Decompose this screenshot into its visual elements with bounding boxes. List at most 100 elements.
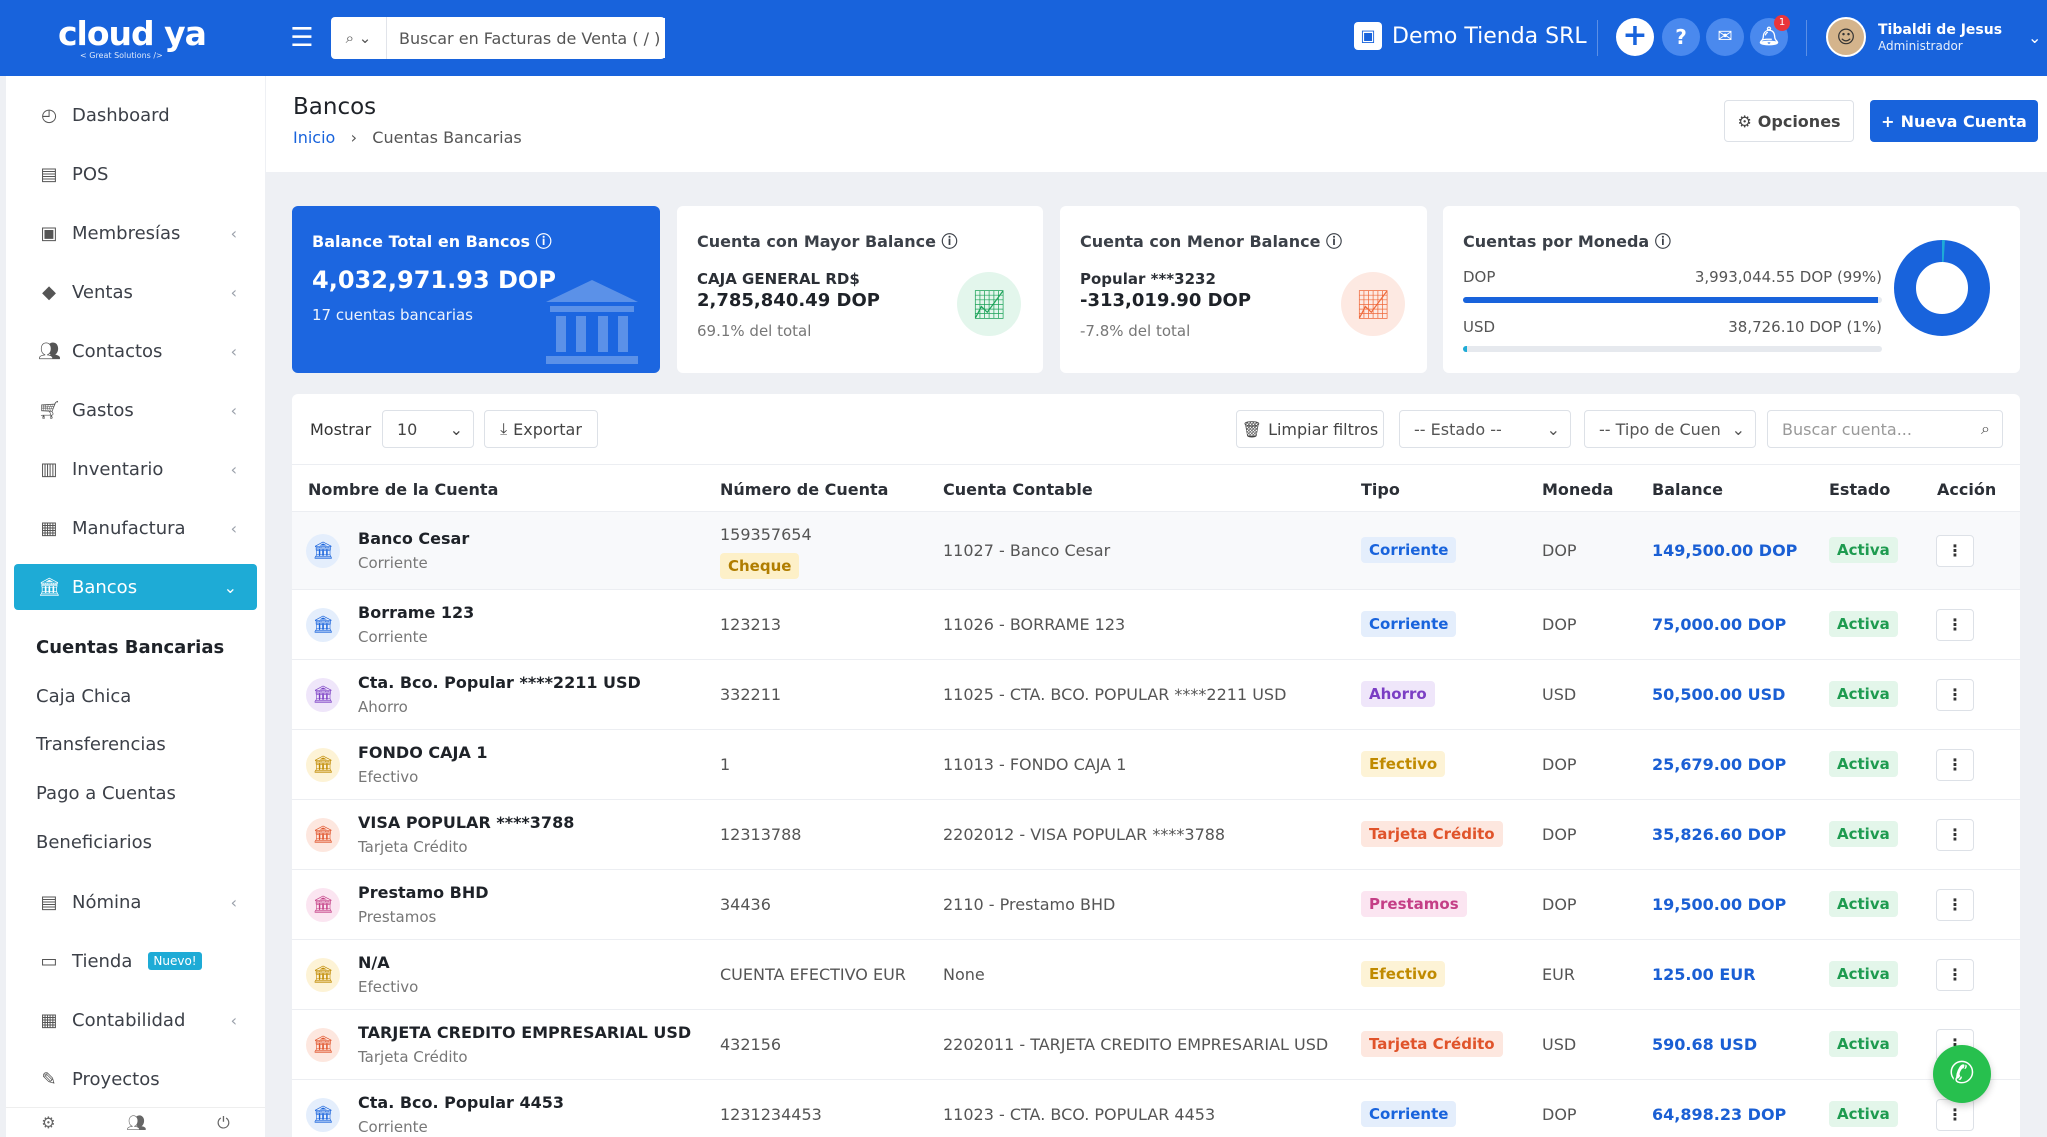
account-name[interactable]: Prestamo BHD bbox=[358, 883, 489, 902]
options-button[interactable]: ⚙ Opciones bbox=[1724, 100, 1854, 142]
account-name[interactable]: Cta. Bco. Popular ****2211 USD bbox=[358, 673, 641, 692]
page-size-select[interactable]: 10 ⌄ bbox=[382, 410, 474, 448]
status-filter-select[interactable]: -- Estado -- ⌄ bbox=[1399, 410, 1571, 448]
account-name[interactable]: N/A bbox=[358, 953, 390, 972]
row-actions-kebab-icon[interactable]: ⋮ bbox=[1936, 889, 1974, 921]
info-icon[interactable]: ⓘ bbox=[1655, 232, 1671, 251]
col-header[interactable]: Balance bbox=[1652, 480, 1723, 499]
type-badge: Corriente bbox=[1361, 1101, 1457, 1127]
help-icon[interactable]: ? bbox=[1662, 18, 1700, 56]
chevron-left-icon: ‹ bbox=[230, 518, 237, 538]
sidebar-sub-caja-chica[interactable]: Caja Chica bbox=[36, 686, 131, 707]
account-number: 1 bbox=[720, 755, 731, 774]
quick-add-plus-icon[interactable]: + bbox=[1616, 18, 1654, 56]
sidebar-item-proyectos[interactable]: ✎ Proyectos bbox=[14, 1056, 257, 1102]
col-header[interactable]: Tipo bbox=[1361, 480, 1400, 499]
sidebar-sub-beneficiarios[interactable]: Beneficiarios bbox=[36, 832, 152, 853]
sidebar-item-tienda[interactable]: ▭ Tienda Nuevo! bbox=[14, 938, 257, 984]
col-header[interactable]: Estado bbox=[1829, 480, 1890, 499]
col-header[interactable]: Cuenta Contable bbox=[943, 480, 1093, 499]
table-row[interactable]: 🏛︎ VISA POPULAR ****3788 Tarjeta Crédito 12… bbox=[292, 800, 2020, 870]
whatsapp-icon[interactable]: ✆ bbox=[1933, 1045, 1991, 1103]
status-badge: Activa bbox=[1829, 1031, 1898, 1057]
sidebar-item-contactos[interactable]: 👥︎ Contactos ‹ bbox=[14, 328, 257, 374]
sidebar-item-label: Membresías bbox=[72, 222, 181, 244]
store-selector[interactable]: ▣ Demo Tienda SRL bbox=[1354, 22, 1587, 50]
sidebar-item-manufactura[interactable]: ▦ Manufactura ‹ bbox=[14, 505, 257, 551]
row-actions-kebab-icon[interactable]: ⋮ bbox=[1936, 819, 1974, 851]
table-row[interactable]: 🏛︎ TARJETA CREDITO EMPRESARIAL USD Tarjeta… bbox=[292, 1010, 2020, 1080]
table-row[interactable]: 🏛︎ FONDO CAJA 1 Efectivo 1 11013 - FONDO CAJ… bbox=[292, 730, 2020, 800]
status-badge: Activa bbox=[1829, 611, 1898, 637]
breadcrumb-home-link[interactable]: Inicio bbox=[293, 128, 335, 147]
account-name[interactable]: Cta. Bco. Popular 4453 bbox=[358, 1093, 564, 1112]
row-actions-kebab-icon[interactable]: ⋮ bbox=[1936, 959, 1974, 991]
sidebar-item-dashboard[interactable]: ◴ Dashboard bbox=[14, 92, 257, 138]
table-row[interactable]: 🏛︎ Prestamo BHD Prestamos 34436 2110 - Prest… bbox=[292, 870, 2020, 940]
row-actions-kebab-icon[interactable]: ⋮ bbox=[1936, 1099, 1974, 1131]
col-header[interactable]: Número de Cuenta bbox=[720, 480, 888, 499]
sidebar-item-membresias[interactable]: ▣ Membresías ‹ bbox=[14, 210, 257, 256]
info-icon[interactable]: ⓘ bbox=[536, 232, 552, 251]
table-row[interactable]: 🏛︎ Banco Cesar Corriente 159357654 Cheque 110… bbox=[292, 512, 2020, 590]
sidebar-sub-transferencias[interactable]: Transferencias bbox=[36, 734, 166, 755]
row-actions-kebab-icon[interactable]: ⋮ bbox=[1936, 609, 1974, 641]
balance: 35,826.60 DOP bbox=[1652, 825, 1787, 844]
global-search-input[interactable] bbox=[387, 18, 665, 58]
table-row[interactable]: 🏛︎ Cta. Bco. Popular ****2211 USD Ahorro 33… bbox=[292, 660, 2020, 730]
search-scope-dropdown[interactable]: ⌕ ⌄ bbox=[331, 17, 387, 59]
settings-gear-icon[interactable]: ⚙ bbox=[41, 1113, 55, 1132]
info-icon[interactable]: ⓘ bbox=[1326, 232, 1342, 251]
mail-icon[interactable]: ✉ bbox=[1706, 18, 1744, 56]
account-name[interactable]: Banco Cesar bbox=[358, 529, 469, 548]
account-name[interactable]: Borrame 123 bbox=[358, 603, 474, 622]
table-row[interactable]: 🏛︎ Borrame 123 Corriente 123213 11026 - BORR… bbox=[292, 590, 2020, 660]
account-name[interactable]: VISA POPULAR ****3788 bbox=[358, 813, 574, 832]
sidebar-item-contabilidad[interactable]: ▦ Contabilidad ‹ bbox=[14, 997, 257, 1043]
sidebar-item-pos[interactable]: ▤ POS bbox=[14, 151, 257, 197]
sidebar-item-gastos[interactable]: 🛒︎ Gastos ‹ bbox=[14, 387, 257, 433]
team-icon[interactable]: 👥︎ bbox=[126, 1113, 146, 1132]
card-title: Cuenta con Menor Balance ⓘ bbox=[1080, 232, 1343, 251]
logo-tagline: < Great Solutions /> bbox=[80, 50, 163, 60]
account-name[interactable]: FONDO CAJA 1 bbox=[358, 743, 488, 762]
account-name[interactable]: TARJETA CREDITO EMPRESARIAL USD bbox=[358, 1023, 691, 1042]
col-header[interactable]: Nombre de la Cuenta bbox=[308, 480, 498, 499]
account-subtype: Corriente bbox=[358, 554, 428, 572]
account-subtype: Prestamos bbox=[358, 908, 437, 926]
account-search-input[interactable]: Buscar cuenta... ⌕ bbox=[1767, 410, 2003, 448]
currency: DOP bbox=[1542, 895, 1577, 914]
type-filter-select[interactable]: -- Tipo de Cuen ⌄ bbox=[1584, 410, 1756, 448]
clear-filters-button[interactable]: 🗑︎ Limpiar filtros bbox=[1236, 410, 1384, 448]
account-name: Popular ***3232 bbox=[1080, 270, 1216, 288]
chevron-left-icon: ‹ bbox=[230, 223, 237, 243]
sidebar-sub-cuentas-bancarias[interactable]: Cuentas Bancarias bbox=[36, 637, 224, 658]
accounts-table-panel: Mostrar 10 ⌄ ⤓ Exportar 🗑︎ Limpiar filtros … bbox=[292, 394, 2020, 1137]
row-actions-kebab-icon[interactable]: ⋮ bbox=[1936, 679, 1974, 711]
accounts-count: 17 cuentas bancarias bbox=[312, 306, 474, 324]
sidebar-item-ventas[interactable]: ◆ Ventas ‹ bbox=[14, 269, 257, 315]
chevron-down-icon: ⌄ bbox=[223, 577, 237, 597]
new-account-button[interactable]: + Nueva Cuenta bbox=[1870, 100, 2038, 142]
hamburger-menu-icon[interactable]: ☰ bbox=[277, 23, 327, 53]
ledger-account: 2110 - Prestamo BHD bbox=[943, 895, 1116, 914]
sidebar-sub-pago-a-cuentas[interactable]: Pago a Cuentas bbox=[36, 783, 176, 804]
table-row[interactable]: 🏛︎ N/A Efectivo CUENTA EFECTIVO EUR None Efec… bbox=[292, 940, 2020, 1010]
user-menu[interactable]: ☺ Tibaldi de Jesus Administrador ⌄ bbox=[1826, 17, 2041, 57]
row-actions-kebab-icon[interactable]: ⋮ bbox=[1936, 749, 1974, 781]
divider bbox=[1597, 20, 1598, 56]
table-row[interactable]: 🏛︎ Cta. Bco. Popular 4453 Corriente 1231234… bbox=[292, 1080, 2020, 1137]
logo[interactable]: cloud ya < Great Solutions /> bbox=[0, 0, 265, 76]
sidebar-item-label: Dashboard bbox=[72, 104, 170, 126]
account-balance: -313,019.90 DOP bbox=[1080, 290, 1252, 311]
search-icon[interactable]: ⌕ bbox=[1981, 419, 1990, 439]
export-button[interactable]: ⤓ Exportar bbox=[484, 410, 598, 448]
power-icon[interactable]: ⏻ bbox=[217, 1113, 230, 1133]
col-header[interactable]: Moneda bbox=[1542, 480, 1613, 499]
sidebar-item-inventario[interactable]: ▥ Inventario ‹ bbox=[14, 446, 257, 492]
row-actions-kebab-icon[interactable]: ⋮ bbox=[1936, 535, 1974, 567]
sidebar-item-nomina[interactable]: ▤ Nómina ‹ bbox=[14, 879, 257, 925]
info-icon[interactable]: ⓘ bbox=[942, 232, 958, 251]
sidebar-item-bancos[interactable]: 🏛︎ Bancos ⌄ bbox=[14, 564, 257, 610]
ledger-account: 11023 - CTA. BCO. POPULAR 4453 bbox=[943, 1105, 1216, 1124]
